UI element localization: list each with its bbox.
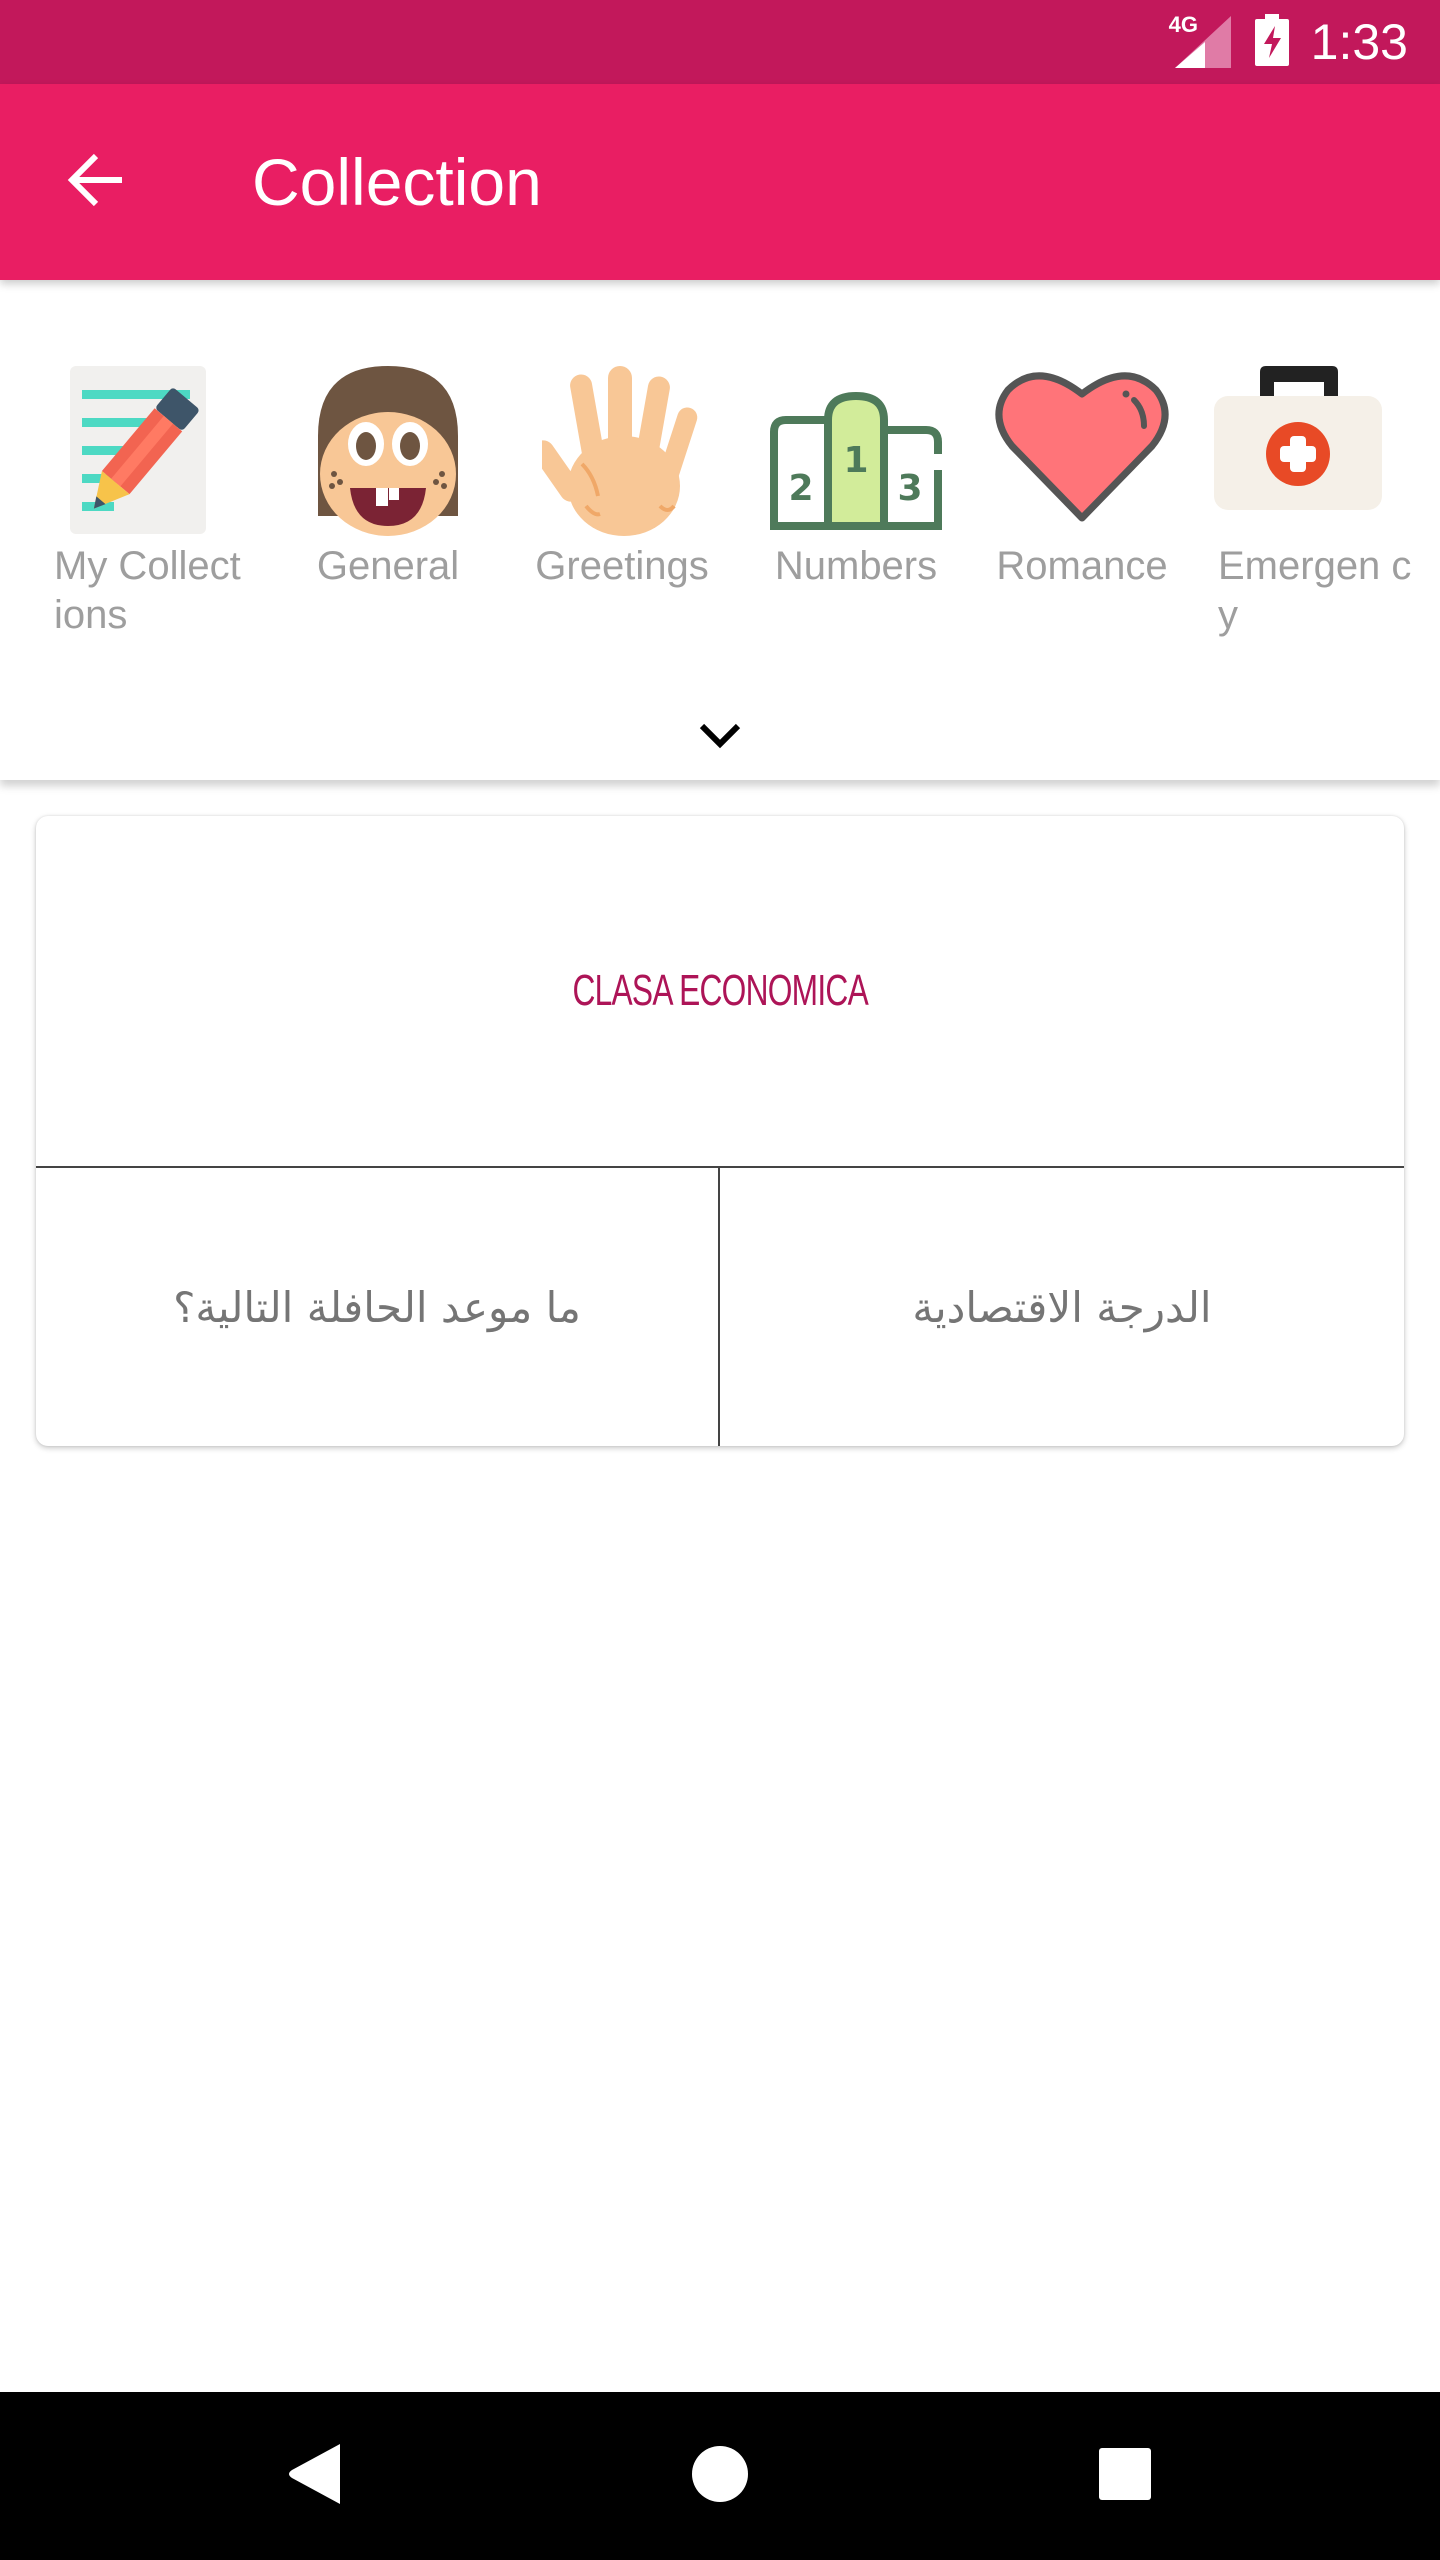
first-aid-kit-icon (1198, 366, 1418, 546)
signal-icon: 4G (1169, 12, 1233, 68)
podium-icon: 2 1 3 (746, 366, 966, 546)
category-greetings[interactable]: Greetings (512, 280, 732, 680)
nav-recents-button[interactable] (1075, 2426, 1175, 2526)
back-nav-icon (286, 2442, 346, 2511)
heart-icon (972, 366, 1192, 546)
notepad-pencil-icon (34, 366, 254, 546)
face-icon (278, 366, 498, 546)
svg-text:2: 2 (788, 468, 813, 509)
category-label: Greetings (535, 544, 709, 588)
arrow-back-icon (66, 150, 126, 215)
status-bar: 4G 1:33 (0, 0, 1440, 84)
category-label: My Collect ions (54, 544, 241, 637)
phrase-text: الدرجة الاقتصادية (912, 1282, 1212, 1332)
category-emergency[interactable]: Emergen cy (1198, 280, 1418, 680)
phrase-card: CLASA ECONOMICA ما موعد الحافلة التالية؟… (36, 816, 1404, 1446)
chevron-down-icon (698, 720, 742, 755)
category-general[interactable]: General (278, 280, 498, 680)
phrase-title: CLASA ECONOMICA (572, 966, 868, 1015)
phrase-text: ما موعد الحافلة التالية؟ (173, 1282, 581, 1332)
category-label: General (316, 544, 460, 588)
category-label: Romance (996, 544, 1168, 588)
battery-charging-icon (1254, 13, 1289, 71)
category-romance[interactable]: Romance (972, 280, 1192, 680)
recents-nav-icon (1097, 2446, 1153, 2507)
back-button[interactable] (56, 142, 136, 222)
category-list: My Collect ions General Greetings 2 1 3 … (0, 280, 1440, 680)
svg-text:3: 3 (897, 468, 922, 509)
category-panel: My Collect ions General Greetings 2 1 3 … (0, 280, 1440, 780)
svg-text:1: 1 (843, 440, 868, 481)
home-nav-icon (690, 2444, 750, 2509)
expand-button[interactable] (690, 712, 750, 762)
category-my-collections[interactable]: My Collect ions (34, 280, 254, 680)
nav-back-button[interactable] (266, 2426, 366, 2526)
phrase-cell-translation[interactable]: الدرجة الاقتصادية (720, 1168, 1404, 1446)
page-title: Collection (252, 145, 542, 219)
nav-home-button[interactable] (670, 2426, 770, 2526)
navigation-bar (0, 2392, 1440, 2560)
clock: 1:33 (1310, 14, 1408, 70)
category-label: Emergen cy (1218, 544, 1412, 637)
app-bar: Collection (0, 84, 1440, 280)
category-label: Numbers (774, 544, 938, 588)
phrase-title-area[interactable]: CLASA ECONOMICA (36, 816, 1404, 1168)
phrase-cell-question[interactable]: ما موعد الحافلة التالية؟ (36, 1168, 720, 1446)
category-numbers[interactable]: 2 1 3 Numbers (746, 280, 966, 680)
waving-hand-icon (512, 366, 732, 546)
status-icons: 4G 1:33 (1169, 0, 1408, 84)
